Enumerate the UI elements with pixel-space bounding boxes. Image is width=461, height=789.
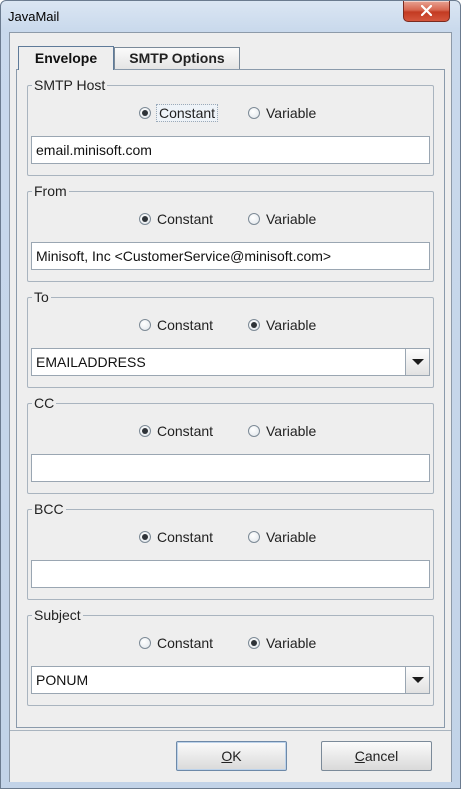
smtp-host-variable-label: Variable xyxy=(266,105,317,121)
to-variable-select[interactable]: EMAILADDRESS xyxy=(31,348,430,376)
close-x-icon xyxy=(421,5,432,16)
radio-unchecked-icon xyxy=(248,425,260,437)
radio-unchecked-icon xyxy=(139,319,151,331)
cc-constant-radio[interactable]: Constant xyxy=(139,421,213,441)
subject-group: Subject Constant Variable PONUM xyxy=(27,607,434,706)
radio-unchecked-icon xyxy=(248,531,260,543)
dialog-button-bar: OK Cancel xyxy=(10,730,451,782)
subject-legend: Subject xyxy=(32,607,83,623)
envelope-panel: SMTP Host Constant Variable email.miniso… xyxy=(16,69,445,728)
subject-variable-radio[interactable]: Variable xyxy=(248,633,316,653)
radio-checked-icon xyxy=(139,213,151,225)
cc-radio-row: Constant Variable xyxy=(28,421,433,441)
bcc-input[interactable] xyxy=(31,560,430,588)
radio-checked-icon xyxy=(248,319,260,331)
dialog-client-area: Envelope SMTP Options SMTP Host Constant… xyxy=(9,32,452,782)
to-select-value: EMAILADDRESS xyxy=(36,354,146,370)
from-constant-label: Constant xyxy=(157,211,214,227)
from-constant-radio[interactable]: Constant xyxy=(139,209,213,229)
to-variable-label: Variable xyxy=(266,317,317,333)
smtp-host-legend: SMTP Host xyxy=(32,77,108,93)
window-title: JavaMail xyxy=(8,9,60,24)
cc-variable-radio[interactable]: Variable xyxy=(248,421,316,441)
cc-constant-label: Constant xyxy=(157,423,214,439)
bcc-constant-label: Constant xyxy=(157,529,214,545)
to-legend: To xyxy=(32,289,51,305)
radio-checked-icon xyxy=(139,531,151,543)
smtp-host-constant-radio[interactable]: Constant xyxy=(139,103,219,123)
radio-unchecked-icon xyxy=(248,213,260,225)
ok-button[interactable]: OK xyxy=(176,741,287,771)
to-radio-row: Constant Variable xyxy=(28,315,433,335)
javamail-window: JavaMail Envelope SMTP Options SMTP Host… xyxy=(0,0,461,789)
chevron-down-icon[interactable] xyxy=(405,349,429,375)
cc-legend: CC xyxy=(32,395,57,411)
from-variable-label: Variable xyxy=(266,211,317,227)
from-radio-row: Constant Variable xyxy=(28,209,433,229)
smtp-host-group: SMTP Host Constant Variable email.miniso… xyxy=(27,77,434,176)
radio-unchecked-icon xyxy=(139,637,151,649)
cc-group: CC Constant Variable xyxy=(27,395,434,494)
subject-variable-label: Variable xyxy=(266,635,317,651)
smtp-host-constant-label: Constant xyxy=(155,104,219,122)
smtp-host-radio-row: Constant Variable xyxy=(28,103,433,123)
to-variable-radio[interactable]: Variable xyxy=(248,315,316,335)
to-constant-radio[interactable]: Constant xyxy=(139,315,213,335)
from-group: From Constant Variable Minisoft, Inc <Cu… xyxy=(27,183,434,282)
subject-variable-select[interactable]: PONUM xyxy=(31,666,430,694)
from-legend: From xyxy=(32,183,69,199)
cancel-button[interactable]: Cancel xyxy=(321,741,432,771)
subject-constant-label: Constant xyxy=(157,635,214,651)
bcc-variable-label: Variable xyxy=(266,529,317,545)
subject-select-value: PONUM xyxy=(36,672,89,688)
smtp-host-input[interactable]: email.minisoft.com xyxy=(31,136,430,164)
cc-input[interactable] xyxy=(31,454,430,482)
to-constant-label: Constant xyxy=(157,317,214,333)
to-group: To Constant Variable EMAILADDRESS xyxy=(27,289,434,388)
tab-smtp-options[interactable]: SMTP Options xyxy=(114,47,240,69)
tab-envelope[interactable]: Envelope xyxy=(18,46,114,70)
subject-radio-row: Constant Variable xyxy=(28,633,433,653)
bcc-group: BCC Constant Variable xyxy=(27,501,434,600)
bcc-legend: BCC xyxy=(32,501,66,517)
cc-variable-label: Variable xyxy=(266,423,317,439)
cancel-mnemonic: C xyxy=(354,748,365,764)
close-button[interactable] xyxy=(403,1,450,22)
from-input[interactable]: Minisoft, Inc <CustomerService@minisoft.… xyxy=(31,242,430,270)
ok-label-rest: K xyxy=(232,748,242,764)
bcc-variable-radio[interactable]: Variable xyxy=(248,527,316,547)
smtp-host-variable-radio[interactable]: Variable xyxy=(248,103,316,123)
radio-checked-icon xyxy=(139,107,151,119)
radio-checked-icon xyxy=(139,425,151,437)
radio-checked-icon xyxy=(248,637,260,649)
chevron-down-icon[interactable] xyxy=(405,667,429,693)
radio-unchecked-icon xyxy=(248,107,260,119)
ok-mnemonic: O xyxy=(221,748,233,764)
bcc-constant-radio[interactable]: Constant xyxy=(139,527,213,547)
title-bar[interactable]: JavaMail xyxy=(1,1,460,33)
from-variable-radio[interactable]: Variable xyxy=(248,209,316,229)
bcc-radio-row: Constant Variable xyxy=(28,527,433,547)
cancel-label-rest: ancel xyxy=(364,748,399,764)
subject-constant-radio[interactable]: Constant xyxy=(139,633,213,653)
